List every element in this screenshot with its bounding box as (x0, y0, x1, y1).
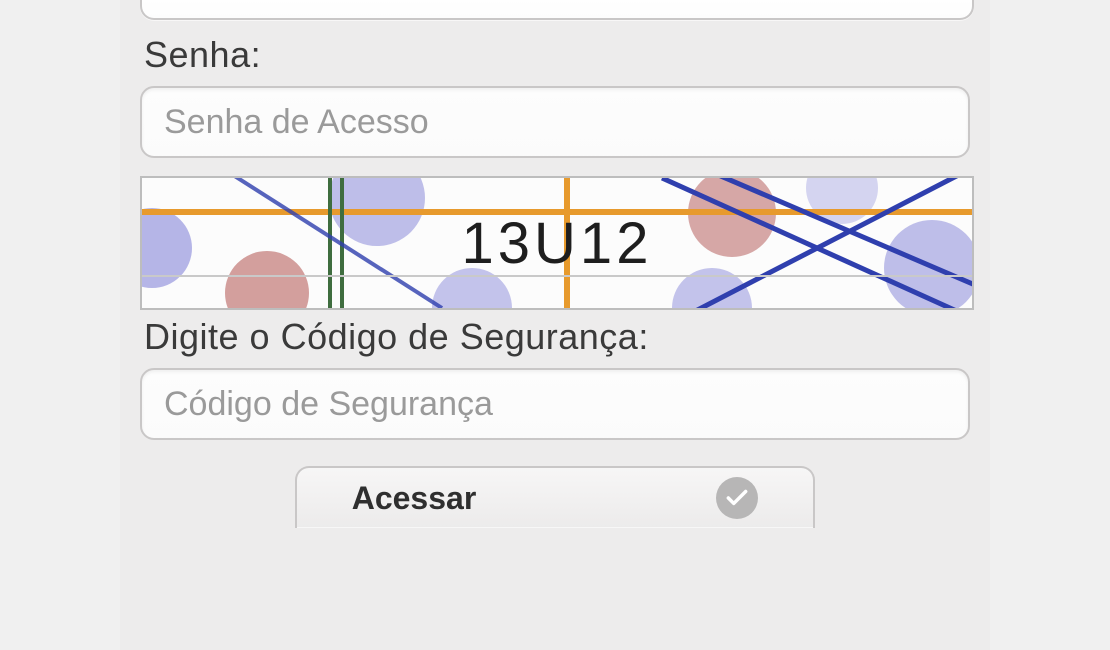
check-circle-icon (716, 477, 758, 519)
captcha-image: 13U12 (140, 176, 974, 310)
password-input[interactable]: Senha de Acesso (140, 86, 970, 158)
submit-button-label: Acessar (352, 480, 477, 517)
captcha-text: 13U12 (142, 178, 972, 308)
captcha-placeholder: Código de Segurança (164, 385, 493, 424)
submit-button[interactable]: Acessar (295, 466, 815, 528)
previous-input-bottom[interactable] (140, 0, 974, 20)
captcha-input[interactable]: Código de Segurança (140, 368, 970, 440)
password-placeholder: Senha de Acesso (164, 103, 429, 142)
password-label: Senha: (144, 34, 970, 76)
page-background: Senha: Senha de Acesso (0, 0, 1110, 650)
login-panel: Senha: Senha de Acesso (120, 0, 990, 650)
captcha-label: Digite o Código de Segurança: (144, 316, 970, 358)
